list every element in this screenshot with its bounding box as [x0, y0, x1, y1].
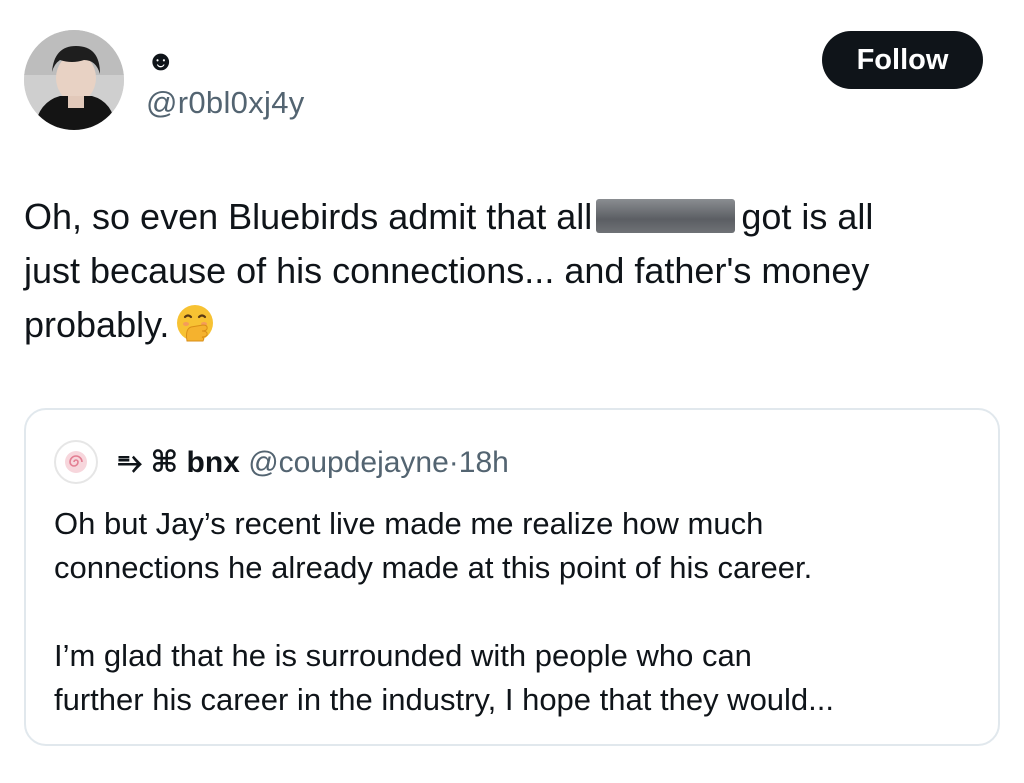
tweet-line-2: just because of his connections... and f… — [24, 250, 870, 291]
quoted-line-2: connections he already made at this poin… — [54, 550, 813, 585]
quoted-header: ⥱ ⌘ bnx @coupdejayne·18h — [118, 446, 509, 480]
author-display-name[interactable]: ☻ — [146, 46, 175, 76]
tweet-text-after-redaction: got is all — [741, 196, 874, 237]
tweet-line-3: probably. — [24, 298, 984, 352]
author-handle[interactable]: @r0bl0xj4y — [146, 86, 305, 120]
redacted-name-box — [596, 199, 736, 234]
quoted-line-3: I’m glad that he is surrounded with peop… — [54, 638, 752, 673]
quoted-handle[interactable]: @coupdejayne — [248, 446, 449, 479]
quoted-separator: · — [448, 446, 459, 479]
tweet-line-1: Oh, so even Bluebirds admit that all got … — [24, 190, 984, 244]
quoted-timestamp[interactable]: 18h — [459, 446, 509, 479]
tweet-text-end: probably. — [24, 304, 170, 345]
quoted-author-avatar[interactable] — [54, 440, 98, 484]
author-avatar[interactable] — [24, 30, 124, 130]
quoted-tweet[interactable]: ⥱ ⌘ bnx @coupdejayne·18h Oh but Jay’s re… — [24, 408, 1000, 746]
tweet-text-before-redaction: Oh, so even Bluebirds admit that all — [24, 196, 593, 237]
quoted-display-name[interactable]: ⥱ ⌘ bnx — [118, 446, 240, 479]
tweet-text: Oh, so even Bluebirds admit that all got … — [24, 190, 984, 352]
quoted-text: Oh but Jay’s recent live made me realize… — [54, 502, 974, 722]
avatar-photo — [24, 30, 124, 130]
pink-swirl-icon — [65, 451, 87, 473]
tweet: ☻ @r0bl0xj4y Follow Oh, so even Bluebird… — [0, 0, 1024, 783]
quoted-line-1: Oh but Jay’s recent live made me realize… — [54, 506, 764, 541]
face-with-hand-over-mouth-icon — [177, 305, 214, 342]
follow-button[interactable]: Follow — [822, 31, 983, 89]
quoted-line-4: further his career in the industry, I ho… — [54, 682, 835, 717]
